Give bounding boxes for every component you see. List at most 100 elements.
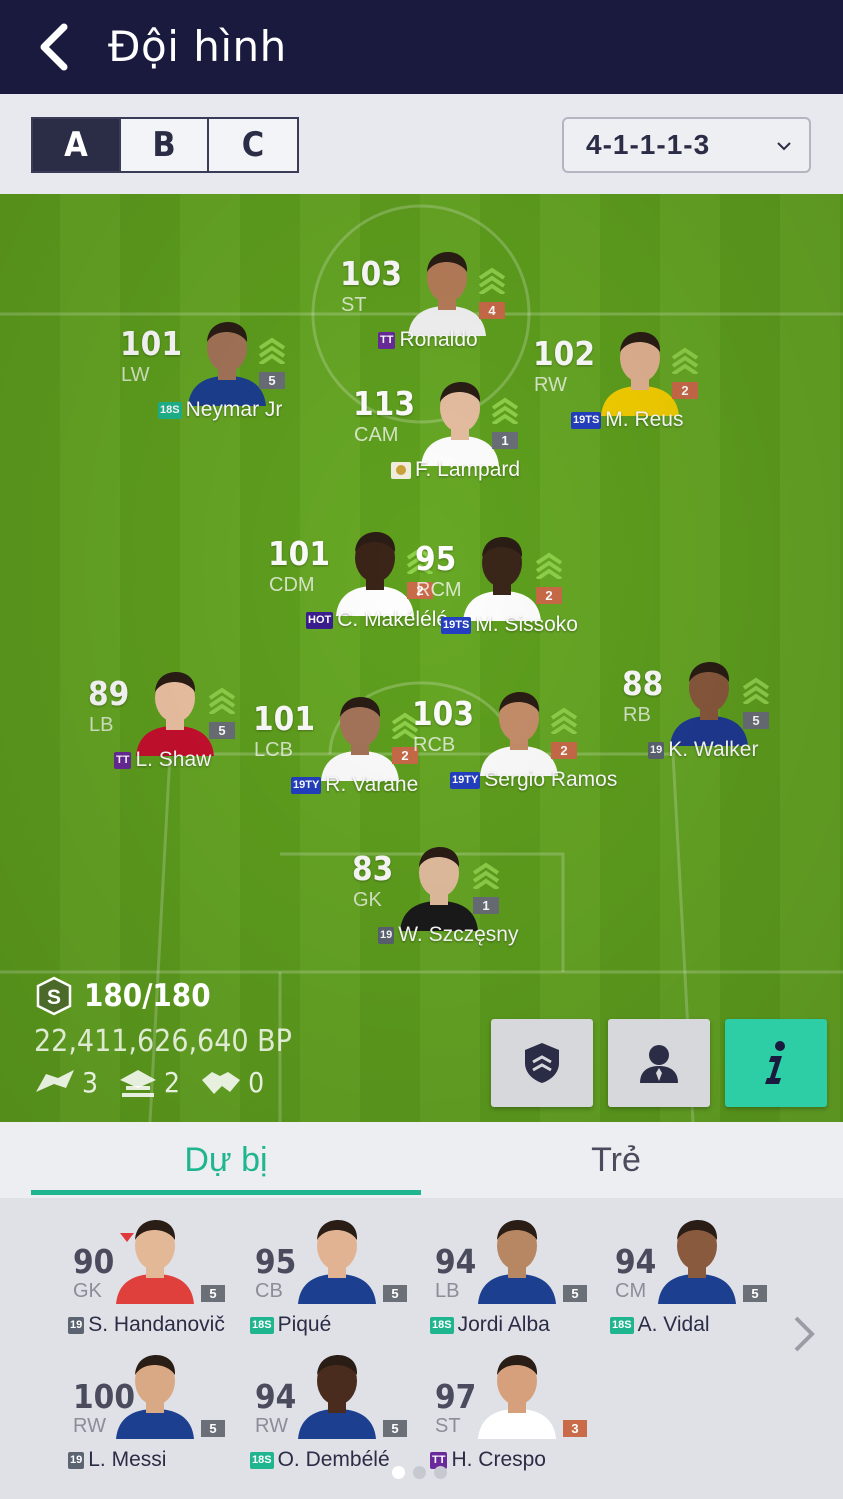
player-position: GK — [73, 1280, 102, 1302]
player-name: Piqué — [277, 1313, 332, 1336]
player-card-rw[interactable]: 102 RW 2 19TS M. Reus — [533, 324, 743, 444]
player-name-row: 19 S. Handanovič — [68, 1313, 225, 1337]
player-position: CDM — [269, 574, 315, 596]
training-chem-icon — [120, 1069, 157, 1097]
season-badge: TT — [114, 751, 132, 769]
player-position: RB — [623, 704, 651, 726]
player-name: Jordi Alba — [457, 1313, 550, 1336]
bench-panel: 90 GK 5 19 S. Handanovič 95 CB 5 18S Piqué 94 LB 5 18… — [0, 1198, 843, 1499]
player-ovr: 95 — [255, 1242, 297, 1281]
enhance-level-badge: 1 — [473, 897, 499, 914]
player-card-st[interactable]: 103 ST 4 TT Ronaldo — [340, 244, 550, 364]
player-name-row: 18S Neymar Jr — [158, 398, 282, 422]
player-name: Sergio Ramos — [484, 768, 618, 791]
form-up-arrows-icon — [472, 862, 500, 889]
player-name-row: 18S Piqué — [250, 1313, 331, 1337]
player-ovr: 97 — [435, 1377, 477, 1416]
form-up-arrows-icon — [550, 707, 578, 734]
manager-button[interactable] — [608, 1019, 710, 1107]
page-title: Đội hình — [108, 22, 287, 71]
active-tab-indicator — [31, 1190, 421, 1195]
season-badge — [391, 461, 411, 479]
bench-player-card[interactable]: 94 CM 5 18S A. Vidal — [582, 1208, 767, 1338]
player-card-lw[interactable]: 101 LW 5 18S Neymar Jr — [120, 314, 330, 434]
player-name-row: 18S A. Vidal — [610, 1313, 710, 1337]
player-ovr: 103 — [340, 254, 402, 293]
page-dot[interactable] — [392, 1466, 405, 1479]
player-photo — [110, 1212, 200, 1308]
chevron-down-icon — [777, 142, 791, 151]
player-position: ST — [435, 1415, 461, 1437]
page-dot[interactable] — [434, 1466, 447, 1479]
player-position: RCM — [416, 579, 462, 601]
player-name-row: F. Lampard — [391, 458, 520, 482]
info-icon — [765, 1041, 785, 1084]
bench-player-card[interactable]: 94 RW 5 18S O. Dembélé — [222, 1343, 407, 1473]
season-badge: 19TS — [571, 411, 602, 429]
player-card-gk[interactable]: 83 GK 1 19 W. Szczęsny — [352, 839, 562, 959]
player-name-row: 18S O. Dembélé — [250, 1448, 390, 1472]
info-button[interactable] — [725, 1019, 827, 1107]
team-color-button[interactable] — [491, 1019, 593, 1107]
player-name: M. Sissoko — [475, 613, 578, 636]
tab-reserves[interactable]: Trẻ — [421, 1122, 811, 1198]
page-dot[interactable] — [413, 1466, 426, 1479]
bench-player-card[interactable]: 95 CB 5 18S Piqué — [222, 1208, 407, 1338]
player-photo — [130, 664, 220, 756]
team-salary: S 180/180 — [34, 976, 211, 1016]
bench-player-card[interactable]: 90 GK 5 19 S. Handanovič — [40, 1208, 225, 1338]
back-arrow-icon[interactable] — [34, 22, 78, 72]
player-name: L. Messi — [88, 1448, 167, 1471]
player-name-row: TT L. Shaw — [114, 748, 211, 772]
squad-tabs: A B C — [31, 117, 299, 173]
enhance-level-badge: 3 — [563, 1420, 587, 1437]
enhance-level-badge: 5 — [259, 372, 285, 389]
player-name: F. Lampard — [415, 458, 521, 481]
player-photo — [292, 1212, 382, 1308]
player-position: LW — [121, 364, 150, 386]
enhance-level-badge: 5 — [743, 1285, 767, 1302]
player-card-rcm[interactable]: 95 RCM 2 19TS M. Sissoko — [415, 529, 625, 649]
training-chem-value: 2 — [164, 1066, 181, 1099]
shield-icon — [525, 1043, 559, 1083]
enhance-level-badge: 2 — [536, 587, 562, 604]
enhance-level-badge: 4 — [479, 302, 505, 319]
player-portrait — [400, 847, 478, 931]
form-up-arrows-icon — [671, 347, 699, 374]
player-name-row: 19TS M. Sissoko — [441, 613, 578, 637]
season-badge: 19TY — [450, 771, 481, 789]
player-card-rb[interactable]: 88 RB 5 19 K. Walker — [622, 654, 832, 774]
squad-toolbar: A B C 4-1-1-1-3 — [0, 94, 843, 194]
squad-tab-b[interactable]: B — [121, 119, 209, 171]
player-card-rcb[interactable]: 103 RCB 2 19TY Sergio Ramos — [412, 684, 622, 804]
formation-dropdown[interactable]: 4-1-1-1-3 — [562, 117, 811, 173]
player-portrait — [478, 1355, 556, 1439]
player-portrait — [658, 1220, 736, 1304]
bench-player-card[interactable]: 94 LB 5 18S Jordi Alba — [402, 1208, 587, 1338]
season-badge: 18S — [610, 1316, 634, 1334]
bench-tabs: Dự bị Trẻ — [0, 1122, 843, 1198]
player-name: K. Walker — [668, 738, 759, 761]
player-portrait — [136, 672, 214, 756]
squad-tab-c[interactable]: C — [209, 119, 297, 171]
player-name-row: 18S Jordi Alba — [430, 1313, 550, 1337]
season-badge: 19 — [378, 926, 395, 944]
player-position: RW — [255, 1415, 288, 1437]
player-ovr: 101 — [268, 534, 330, 573]
salary-shield-icon: S — [36, 976, 72, 1016]
player-name: W. Szczęsny — [398, 923, 519, 946]
squad-tab-a[interactable]: A — [33, 119, 121, 171]
player-name-row: TT Ronaldo — [378, 328, 478, 352]
form-up-arrows-icon — [208, 687, 236, 714]
player-name: H. Crespo — [451, 1448, 546, 1471]
player-name: L. Shaw — [135, 748, 212, 771]
bench-player-card[interactable]: 100 RW 5 19 L. Messi — [40, 1343, 225, 1473]
form-up-arrows-icon — [742, 677, 770, 704]
tab-substitutes[interactable]: Dự bị — [31, 1122, 421, 1198]
player-photo — [394, 839, 484, 931]
formation-value: 4-1-1-1-3 — [586, 129, 711, 160]
chevron-right-icon[interactable] — [790, 1314, 818, 1354]
player-ovr: 101 — [253, 699, 315, 738]
player-card-cam[interactable]: 113 CAM 1 F. Lampard — [353, 374, 563, 494]
bench-player-card[interactable]: 97 ST 3 TT H. Crespo — [402, 1343, 587, 1473]
